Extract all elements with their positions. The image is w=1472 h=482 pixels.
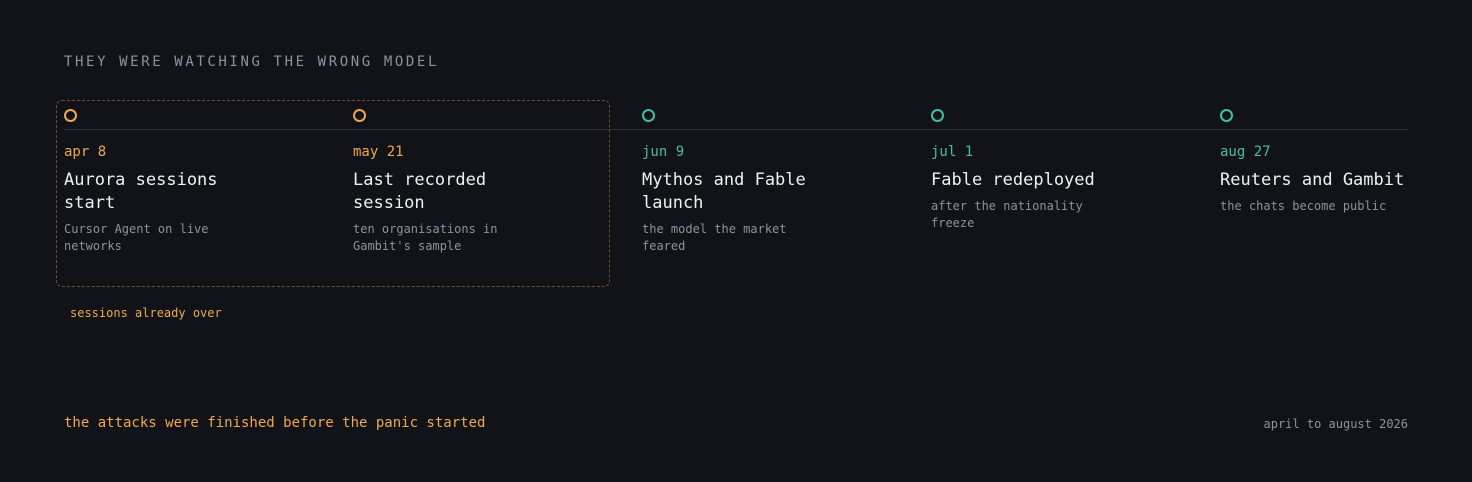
event-fable-redeployed: jul 1 Fable redeployed after the nationa… [931,109,1191,232]
event-title: Mythos and Fable launch [642,170,806,213]
event-title: Aurora sessions start [64,170,218,213]
figure-kicker: THEY WERE WATCHING THE WRONG MODEL [64,54,439,70]
event-description: Cursor Agent on live networks [64,222,209,253]
event-mythos-fable-launch: jun 9 Mythos and Fable launch the model … [642,109,902,255]
event-description: the model the market feared [642,222,787,253]
event-marker [642,109,655,122]
event-marker [931,109,944,122]
event-date: may 21 [353,144,404,160]
event-title: Reuters and Gambit [1220,170,1405,190]
date-range-caption: april to august 2026 [1263,417,1409,431]
event-description: ten organisations in Gambit's sample [353,222,498,253]
conclusion-caption: the attacks were finished before the pan… [64,415,486,431]
event-description: after the nationality freeze [931,199,1083,230]
event-aurora-start: apr 8 Aurora sessions start Cursor Agent… [64,109,324,255]
bracket-label: sessions already over [70,306,222,320]
event-date: jun 9 [642,144,685,160]
event-marker [353,109,366,122]
event-title: Last recorded session [353,170,487,213]
event-date: apr 8 [64,144,107,160]
event-reuters-gambit: aug 27 Reuters and Gambit the chats beco… [1220,109,1472,215]
event-date: jul 1 [931,144,974,160]
event-description: the chats become public [1220,199,1387,213]
event-marker [64,109,77,122]
event-title: Fable redeployed [931,170,1095,190]
event-marker [1220,109,1233,122]
event-date: aug 27 [1220,144,1271,160]
event-last-session: may 21 Last recorded session ten organis… [353,109,613,255]
timeline-figure: THEY WERE WATCHING THE WRONG MODEL sessi… [0,0,1472,482]
